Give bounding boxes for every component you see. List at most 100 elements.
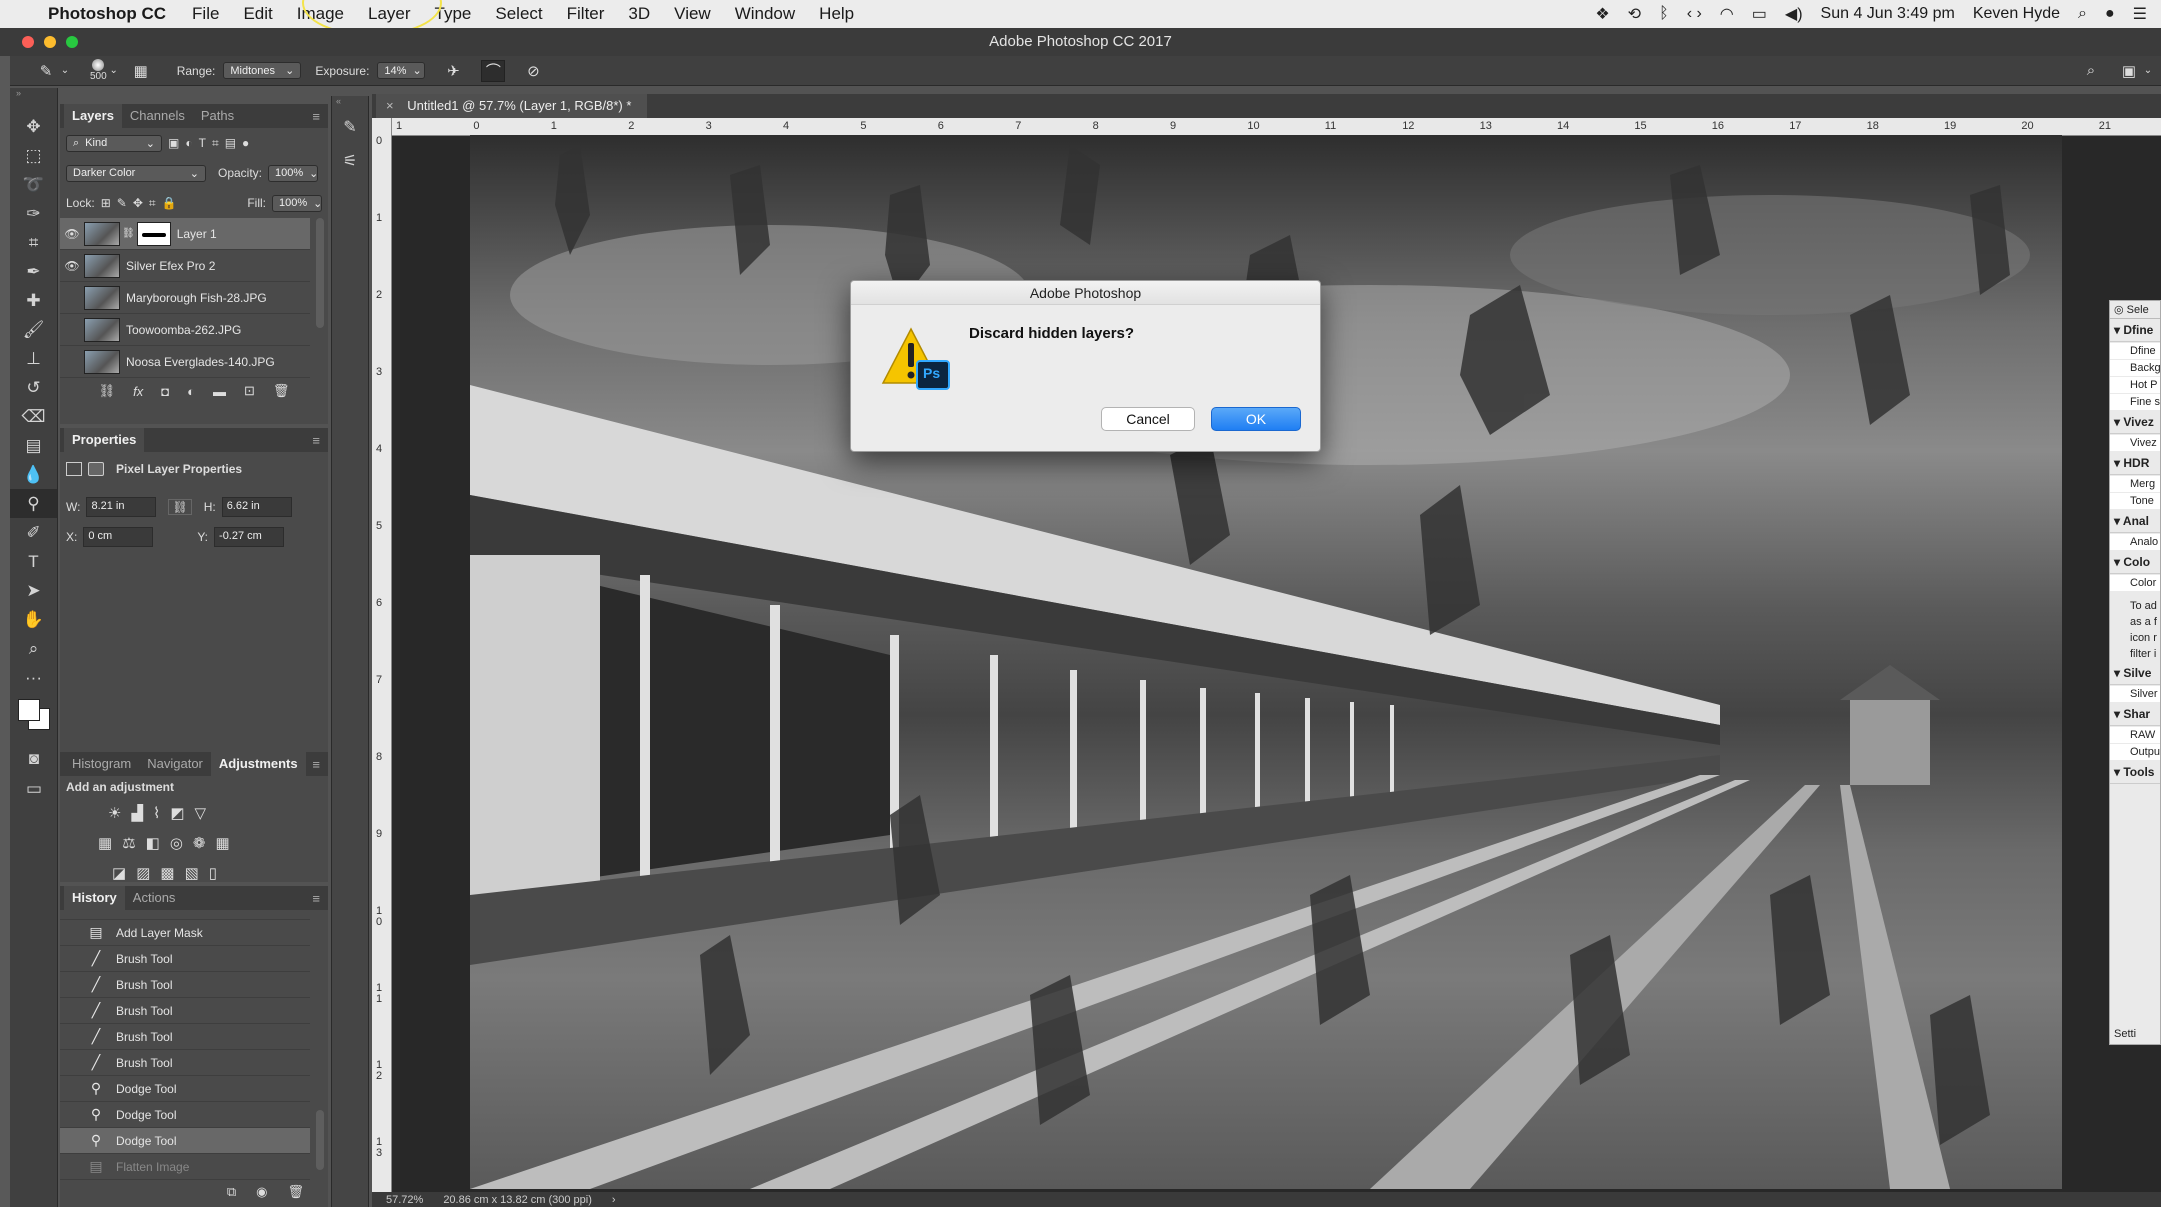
menu-help[interactable]: Help — [807, 4, 866, 24]
new-group-icon[interactable]: ▬ — [213, 384, 226, 399]
tab-properties[interactable]: Properties — [64, 428, 145, 452]
protect-tones-icon[interactable]: ⌒ — [481, 59, 506, 82]
menu-window[interactable]: Window — [723, 4, 807, 24]
panel-menu-icon[interactable]: ≡ — [312, 433, 320, 448]
quick-select-tool-icon[interactable]: ✑ — [10, 199, 57, 228]
type-tool-icon[interactable]: T — [10, 547, 57, 576]
history-row-partial[interactable] — [60, 910, 310, 920]
trash-icon[interactable]: 🗑 — [273, 383, 290, 399]
color-balance-icon[interactable]: ⚖ — [122, 834, 135, 852]
y-field[interactable]: -0.27 cm — [214, 527, 285, 547]
strip-expand-icon[interactable]: « — [332, 96, 368, 110]
nik-filter-button[interactable]: Vivez — [2110, 435, 2160, 451]
selective-color-icon[interactable]: ▧ — [185, 864, 199, 882]
hue-saturation-icon[interactable]: ▦ — [98, 834, 112, 852]
path-select-tool-icon[interactable]: ➤ — [10, 576, 57, 605]
lock-transparent-icon[interactable]: ⊞ — [101, 196, 111, 210]
panel-menu-icon[interactable]: ≡ — [312, 109, 320, 124]
tab-adjustments[interactable]: Adjustments — [210, 752, 306, 776]
history-row[interactable]: ⚲ Dodge Tool — [60, 1102, 310, 1128]
volume-icon[interactable]: ◀) — [1785, 4, 1803, 24]
time-machine-icon[interactable]: ⟲ — [1628, 4, 1641, 24]
panel-menu-icon[interactable]: ≡ — [312, 757, 320, 772]
zoom-window-button[interactable] — [66, 36, 78, 48]
nik-filter-button[interactable]: Analo — [2110, 534, 2160, 550]
screen-mode-icon[interactable]: ▭ — [10, 774, 58, 803]
history-row[interactable]: ⚲ Dodge Tool — [60, 1076, 310, 1102]
history-row[interactable]: ╱ Brush Tool — [60, 972, 310, 998]
brush-presets-icon[interactable]: ✎ — [332, 110, 368, 144]
new-adjustment-icon[interactable]: ◐ — [187, 384, 195, 399]
nik-filter-button[interactable]: Dfine — [2110, 343, 2160, 359]
menu-file[interactable]: File — [180, 4, 231, 24]
blend-mode-select[interactable]: Darker Color ⌄ — [66, 164, 206, 182]
airplay-icon[interactable]: ▭ — [1752, 4, 1767, 24]
height-field[interactable]: 6.62 in — [221, 497, 292, 517]
channel-mixer-icon[interactable]: ❁ — [193, 834, 206, 852]
nik-section-header[interactable]: ▾ Tools — [2110, 761, 2160, 784]
menu-image[interactable]: Image — [285, 4, 356, 24]
opacity-input[interactable]: 100% ⌄ — [268, 164, 318, 182]
wifi-icon[interactable]: ◠ — [1720, 4, 1734, 24]
link-icon[interactable]: ⛓ — [122, 228, 135, 239]
bluetooth-icon[interactable]: ᛒ — [1659, 5, 1669, 23]
blur-tool-icon[interactable]: 💧 — [10, 460, 57, 489]
tab-navigator[interactable]: Navigator — [139, 752, 211, 776]
dodge-tool-preset-icon[interactable]: ✎ — [34, 60, 58, 82]
menu-view[interactable]: View — [662, 4, 723, 24]
marquee-tool-icon[interactable]: ⬚ — [10, 141, 57, 170]
nik-filter-button[interactable]: RAW — [2110, 727, 2160, 743]
toolbar-collapse-icon[interactable]: » — [10, 88, 57, 112]
menu-user[interactable]: Keven Hyde — [1973, 5, 2060, 23]
layer-row[interactable]: 👁 Silver Efex Pro 2 — [60, 250, 310, 282]
pressure-size-icon[interactable]: ⊘ — [521, 60, 545, 82]
x-field[interactable]: 0 cm — [83, 527, 154, 547]
healing-brush-tool-icon[interactable]: ✚ — [10, 286, 57, 315]
layer-mask-thumbnail[interactable] — [136, 221, 171, 246]
tab-paths[interactable]: Paths — [193, 104, 242, 128]
foreground-color-swatch[interactable] — [18, 699, 40, 721]
nik-settings-link[interactable]: Setti — [2114, 1028, 2136, 1040]
search-icon[interactable]: ⌕ — [2079, 60, 2103, 82]
exposure-icon[interactable]: ◩ — [170, 804, 184, 822]
nik-section-header[interactable]: ▾ Silve — [2110, 662, 2160, 685]
nik-section-header[interactable]: ▾ Colo — [2110, 551, 2160, 574]
history-row[interactable]: ╱ Brush Tool — [60, 1024, 310, 1050]
history-row[interactable]: ╱ Brush Tool — [60, 1050, 310, 1076]
minimize-window-button[interactable] — [44, 36, 56, 48]
menu-layer[interactable]: Layer — [356, 4, 423, 24]
more-tools-icon[interactable]: ··· — [10, 663, 57, 692]
tab-layers[interactable]: Layers — [64, 104, 122, 128]
nik-section-header[interactable]: ▾ Anal — [2110, 510, 2160, 533]
fx-icon[interactable]: fx — [133, 384, 143, 399]
snapshot-camera-icon[interactable]: ◉ — [256, 1184, 267, 1200]
crop-tool-icon[interactable]: ⌗ — [10, 228, 57, 257]
nik-filter-button[interactable]: Merg — [2110, 476, 2160, 492]
gradient-map-icon[interactable]: ▯ — [209, 864, 217, 882]
shape-filter-icon[interactable]: ⌗ — [212, 136, 219, 151]
document-tab[interactable]: × Untitled1 @ 57.7% (Layer 1, RGB/8*) * — [376, 94, 648, 118]
new-layer-icon[interactable]: ⊡ — [244, 383, 255, 399]
link-dimensions-icon[interactable]: ⛓ — [168, 499, 192, 515]
code-brackets-icon[interactable]: ‹ › — [1687, 5, 1702, 23]
menu-select[interactable]: Select — [483, 4, 554, 24]
layers-scrollbar[interactable] — [316, 218, 324, 328]
black-white-icon[interactable]: ◧ — [146, 834, 160, 852]
lasso-tool-icon[interactable]: ➰ — [10, 170, 57, 199]
fill-input[interactable]: 100% ⌄ — [272, 194, 322, 212]
zoom-level[interactable]: 57.72% — [386, 1194, 423, 1206]
smart-object-filter-icon[interactable]: ▤ — [225, 136, 236, 150]
tab-channels[interactable]: Channels — [122, 104, 193, 128]
brightness-contrast-icon[interactable]: ☀ — [108, 804, 121, 822]
chevron-down-icon[interactable]: ⌄ — [2141, 60, 2155, 82]
mask-icon[interactable] — [88, 462, 104, 476]
nik-filter-button[interactable]: Silver — [2110, 686, 2160, 702]
nik-filter-button[interactable]: Hot P — [2110, 377, 2160, 393]
eye-icon[interactable]: 👁 — [60, 259, 84, 273]
lock-artboard-icon[interactable]: ⌗ — [149, 196, 156, 211]
adjustment-filter-icon[interactable]: ◐ — [185, 136, 192, 150]
width-field[interactable]: 8.21 in — [86, 497, 157, 517]
nik-filter-button[interactable]: Backg — [2110, 360, 2160, 376]
vertical-ruler[interactable]: 0 1 2 3 4 5 6 7 8 9 1 0 1 1 1 2 1 3 — [372, 118, 392, 1192]
threshold-icon[interactable]: ▩ — [160, 864, 174, 882]
